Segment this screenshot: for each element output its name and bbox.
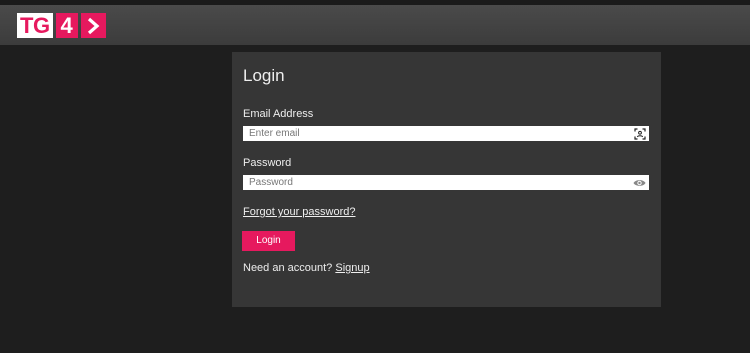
email-label: Email Address	[243, 108, 314, 120]
login-button[interactable]: Login	[242, 231, 295, 251]
tg4-logo[interactable]: TG 4	[17, 13, 106, 38]
login-panel: Login Email Address Password Forgot your…	[232, 52, 661, 307]
logo-text: TG	[17, 13, 53, 38]
site-header: TG 4	[0, 5, 750, 45]
password-label: Password	[243, 157, 292, 169]
email-field-container	[243, 126, 649, 141]
forgot-password-link[interactable]: Forgot your password?	[243, 206, 356, 218]
login-title: Login	[243, 66, 285, 85]
scan-contact-icon[interactable]	[633, 127, 646, 140]
eye-icon[interactable]	[633, 176, 646, 189]
password-input[interactable]	[243, 175, 629, 190]
logo-number: 4	[55, 13, 78, 38]
signup-link[interactable]: Signup	[335, 262, 369, 274]
signup-prompt: Need an account?	[243, 262, 333, 274]
email-input[interactable]	[243, 126, 629, 141]
chevron-right-icon	[80, 13, 106, 38]
password-field-container	[243, 175, 649, 190]
signup-row: Need an account? Signup	[243, 262, 370, 274]
